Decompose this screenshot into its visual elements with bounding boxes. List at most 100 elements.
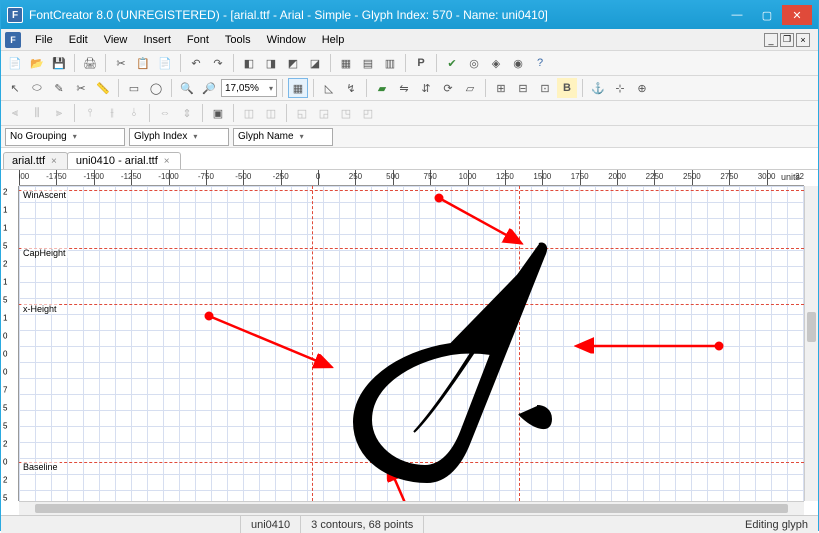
tab-label: uni0410 - arial.ttf bbox=[76, 155, 158, 167]
tool-e-icon[interactable]: ▦ bbox=[336, 53, 356, 73]
menu-edit[interactable]: Edit bbox=[61, 32, 96, 48]
guide-d-icon[interactable]: B bbox=[557, 78, 577, 98]
menu-window[interactable]: Window bbox=[259, 32, 314, 48]
save-icon[interactable]: 💾 bbox=[49, 53, 69, 73]
skew-icon[interactable]: ▱ bbox=[460, 78, 480, 98]
dist-v-icon: ⇕ bbox=[177, 103, 197, 123]
menu-file[interactable]: File bbox=[27, 32, 61, 48]
anchor-icon[interactable]: ⚓ bbox=[588, 78, 608, 98]
redo-icon[interactable]: ↷ bbox=[208, 53, 228, 73]
cut-icon[interactable]: ✂ bbox=[111, 53, 131, 73]
tool-b-icon[interactable]: ◨ bbox=[261, 53, 281, 73]
window-title: FontCreator 8.0 (UNREGISTERED) - [arial.… bbox=[29, 8, 722, 22]
menu-font[interactable]: Font bbox=[179, 32, 217, 48]
ellipse-icon[interactable]: ◯ bbox=[146, 78, 166, 98]
app-icon-small: F bbox=[5, 32, 21, 48]
origin-line bbox=[312, 186, 313, 501]
mdi-minimize-icon[interactable]: _ bbox=[764, 33, 778, 47]
menubar: F File Edit View Insert Font Tools Windo… bbox=[1, 29, 818, 51]
horizontal-scrollbar[interactable] bbox=[19, 501, 804, 515]
tool-d-icon[interactable]: ◪ bbox=[305, 53, 325, 73]
align-bot-icon: ⫰ bbox=[124, 103, 144, 123]
dist-h-icon: ⇔ bbox=[155, 103, 175, 123]
status-glyph: uni0410 bbox=[241, 516, 301, 533]
tool-a-icon[interactable]: ◧ bbox=[239, 53, 259, 73]
menu-insert[interactable]: Insert bbox=[135, 32, 179, 48]
value-combo[interactable]: Glyph Name bbox=[233, 128, 333, 146]
group-a-icon: ◫ bbox=[239, 103, 259, 123]
tool-j-icon[interactable]: ◉ bbox=[508, 53, 528, 73]
tab-uni0410[interactable]: uni0410 - arial.ttf × bbox=[67, 152, 181, 169]
guide-c-icon[interactable]: ⊡ bbox=[535, 78, 555, 98]
status-info: 3 contours, 68 points bbox=[301, 516, 424, 533]
tab-arial-ttf[interactable]: arial.ttf × bbox=[3, 152, 68, 169]
check-icon[interactable]: ✔ bbox=[442, 53, 462, 73]
fill-icon[interactable]: ▰ bbox=[372, 78, 392, 98]
direction-icon[interactable]: ↯ bbox=[341, 78, 361, 98]
copy-icon[interactable]: 📋 bbox=[133, 53, 153, 73]
toolbar-drawing: ↖ ⬭ ✎ ✂ 📏 ▭ ◯ 🔍 🔎 17,05% ▦ ◺ ↯ ▰ ⇋ ⇵ ⟳ ▱… bbox=[1, 76, 818, 101]
zoom-in-icon[interactable]: 🔎 bbox=[199, 78, 219, 98]
canvas-center-icon[interactable]: ▣ bbox=[208, 103, 228, 123]
ruler-horizontal: -2000-1750-1500-1250-1000-750-500-250025… bbox=[19, 170, 804, 186]
close-button[interactable]: ✕ bbox=[782, 5, 812, 25]
align-top-icon: ⫯ bbox=[80, 103, 100, 123]
maximize-button[interactable]: ▢ bbox=[752, 5, 782, 25]
tool-p-icon[interactable]: P bbox=[411, 53, 431, 73]
tool-h-icon[interactable]: ◎ bbox=[464, 53, 484, 73]
tool-g-icon[interactable]: ▥ bbox=[380, 53, 400, 73]
toolbar-align: ⫷ ⫼ ⫸ ⫯ ⫲ ⫰ ⇔ ⇕ ▣ ◫ ◫ ◱ ◲ ◳ ◰ bbox=[1, 101, 818, 126]
menu-view[interactable]: View bbox=[96, 32, 136, 48]
rotate-icon[interactable]: ⟳ bbox=[438, 78, 458, 98]
snap-b-icon[interactable]: ⊕ bbox=[632, 78, 652, 98]
lasso-icon[interactable]: ⬭ bbox=[27, 78, 47, 98]
mirror-v-icon[interactable]: ⇵ bbox=[416, 78, 436, 98]
toolbar-standard: 📄 📂 💾 🖨 ✂ 📋 📄 ↶ ↷ ◧ ◨ ◩ ◪ ▦ ▤ ▥ P ✔ ◎ ◈ … bbox=[1, 51, 818, 76]
zoom-combo[interactable]: 17,05% bbox=[221, 79, 277, 97]
open-icon[interactable]: 📂 bbox=[27, 53, 47, 73]
rect-icon[interactable]: ▭ bbox=[124, 78, 144, 98]
new-icon[interactable]: 📄 bbox=[5, 53, 25, 73]
grouping-combo[interactable]: No Grouping bbox=[5, 128, 125, 146]
editing-grid[interactable]: WinAscent CapHeight x-Height Baseline Wi… bbox=[19, 186, 804, 501]
field-combo[interactable]: Glyph Index bbox=[129, 128, 229, 146]
pointer-icon[interactable]: ↖ bbox=[5, 78, 25, 98]
snap-a-icon[interactable]: ⊹ bbox=[610, 78, 630, 98]
print-icon[interactable]: 🖨 bbox=[80, 53, 100, 73]
menu-help[interactable]: Help bbox=[314, 32, 353, 48]
paste-icon[interactable]: 📄 bbox=[155, 53, 175, 73]
capheight-label: CapHeight bbox=[21, 248, 68, 258]
order-c-icon: ◳ bbox=[336, 103, 356, 123]
zoom-out-icon[interactable]: 🔍 bbox=[177, 78, 197, 98]
ruler-vertical: 2115215100075520250 bbox=[1, 186, 19, 501]
glyph-editor[interactable]: -2000-1750-1500-1250-1000-750-500-250025… bbox=[1, 170, 818, 515]
tab-close-icon[interactable]: × bbox=[164, 156, 170, 167]
guide-a-icon[interactable]: ⊞ bbox=[491, 78, 511, 98]
glyph-outline[interactable] bbox=[319, 234, 579, 484]
pen-icon[interactable]: ✎ bbox=[49, 78, 69, 98]
guide-b-icon[interactable]: ⊟ bbox=[513, 78, 533, 98]
status-bar: uni0410 3 contours, 68 points Editing gl… bbox=[1, 515, 818, 533]
tab-close-icon[interactable]: × bbox=[51, 156, 57, 167]
mdi-restore-icon[interactable]: ❐ bbox=[780, 33, 794, 47]
knife-icon[interactable]: ✂ bbox=[71, 78, 91, 98]
tool-i-icon[interactable]: ◈ bbox=[486, 53, 506, 73]
tool-f-icon[interactable]: ▤ bbox=[358, 53, 378, 73]
mdi-close-icon[interactable]: × bbox=[796, 33, 810, 47]
baseline-label: Baseline bbox=[21, 462, 60, 472]
vertical-scrollbar[interactable] bbox=[804, 186, 818, 501]
tool-c-icon[interactable]: ◩ bbox=[283, 53, 303, 73]
minimize-button[interactable]: — bbox=[722, 5, 752, 25]
help-icon[interactable]: ? bbox=[530, 53, 550, 73]
order-a-icon: ◱ bbox=[292, 103, 312, 123]
order-b-icon: ◲ bbox=[314, 103, 334, 123]
menu-tools[interactable]: Tools bbox=[217, 32, 259, 48]
undo-icon[interactable]: ↶ bbox=[186, 53, 206, 73]
mirror-h-icon[interactable]: ⇋ bbox=[394, 78, 414, 98]
grid-icon[interactable]: ▦ bbox=[288, 78, 308, 98]
contour-icon[interactable]: ◺ bbox=[319, 78, 339, 98]
filter-bar: No Grouping Glyph Index Glyph Name bbox=[1, 126, 818, 148]
measure-icon[interactable]: 📏 bbox=[93, 78, 113, 98]
winascent-label: WinAscent bbox=[21, 190, 68, 200]
align-mid-icon: ⫲ bbox=[102, 103, 122, 123]
